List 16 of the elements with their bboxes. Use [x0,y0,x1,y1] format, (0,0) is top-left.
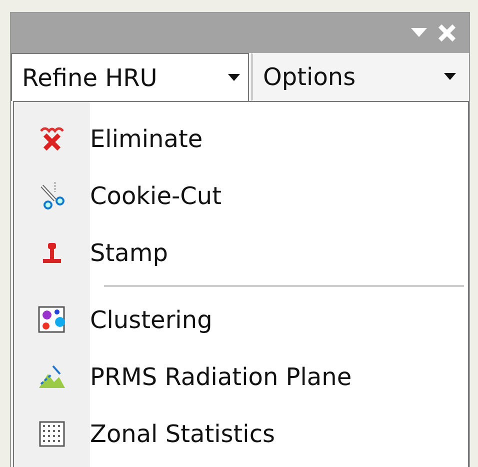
menu-item[interactable]: Stamp [14,224,468,281]
menu-item[interactable]: Cookie-Cut [14,167,468,224]
menu-item[interactable]: Clustering [14,291,468,348]
cross-icon [39,126,65,152]
menu-item[interactable]: Zonal Statistics [14,405,468,462]
menu-item[interactable]: PRMS Radiation Plane [14,348,468,405]
close-icon[interactable] [437,23,457,43]
dropdown-icon[interactable] [411,28,427,38]
terrain-plane-icon [38,364,66,390]
menu-item[interactable]: Eliminate [14,110,468,167]
caret-icon [228,74,240,82]
grid-icon [39,420,65,446]
caret-icon [444,73,456,81]
scissors-icon [39,182,65,210]
toolbar-dropdown[interactable]: Refine HRU [11,53,249,101]
clustering-icon [38,306,66,334]
